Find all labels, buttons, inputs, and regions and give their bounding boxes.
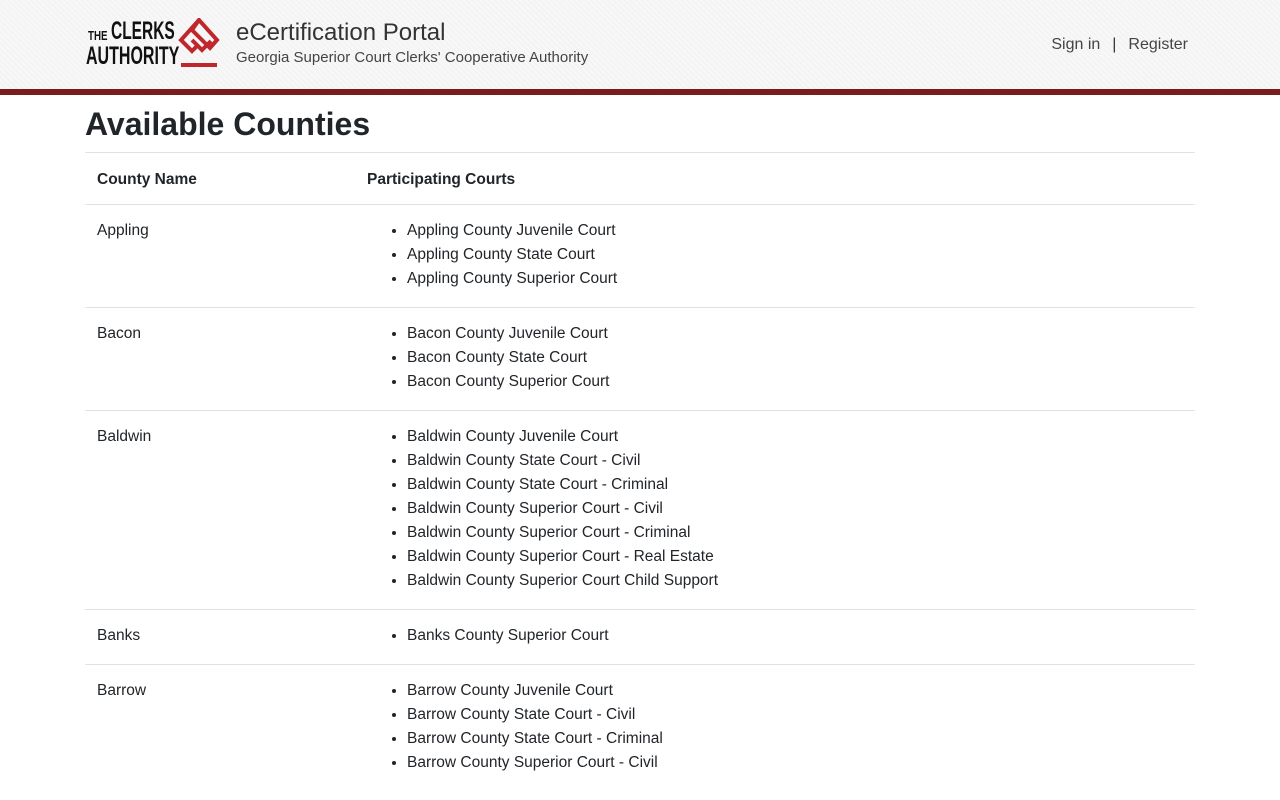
list-item: Appling County State Court [407,243,1183,267]
logo-diamond-mark-icon [178,18,220,67]
court-link[interactable]: Appling County Juvenile Court [407,222,616,239]
list-item: Appling County Superior Court [407,267,1183,291]
table-row: Appling Appling County Juvenile Court Ap… [85,204,1195,308]
court-link[interactable]: Barrow County Superior Court - Civil [407,754,658,771]
court-link[interactable]: Baldwin County State Court - Criminal [407,476,668,493]
list-item: Barrow County State Court - Criminal [407,727,1183,751]
list-item: Baldwin County Superior Court Child Supp… [407,569,1183,593]
nav-separator: | [1112,36,1117,53]
register-link[interactable]: Register [1128,36,1188,54]
court-link[interactable]: Bacon County State Court [407,349,587,366]
list-item: Appling County Juvenile Court [407,219,1183,243]
counties-table: County Name Participating Courts Appling… [85,152,1195,791]
court-link[interactable]: Appling County State Court [407,246,595,263]
court-list: Barrow County Juvenile Court Barrow Coun… [367,679,1183,775]
logo-text-authority: AUTHORITY [86,42,180,70]
list-item: Baldwin County State Court - Civil [407,449,1183,473]
county-name-cell: Banks [85,609,355,665]
court-link[interactable]: Bacon County Superior Court [407,373,609,390]
portal-subtitle: Georgia Superior Court Clerks' Cooperati… [236,49,589,66]
table-header-row: County Name Participating Courts [85,152,1195,205]
court-link[interactable]: Baldwin County Superior Court Child Supp… [407,572,718,589]
list-item: Baldwin County State Court - Criminal [407,473,1183,497]
court-link[interactable]: Barrow County State Court - Civil [407,706,635,723]
court-link[interactable]: Baldwin County Superior Court - Real Est… [407,548,714,565]
list-item: Bacon County Superior Court [407,370,1183,394]
court-link[interactable]: Bacon County Juvenile Court [407,325,608,342]
county-name-cell: Bacon [85,307,355,411]
portal-title: eCertification Portal [236,19,446,46]
list-item: Baldwin County Juvenile Court [407,425,1183,449]
list-item: Baldwin County Superior Court - Real Est… [407,545,1183,569]
list-item: Baldwin County Superior Court - Criminal [407,521,1183,545]
court-link[interactable]: Baldwin County Superior Court - Criminal [407,524,690,541]
logo-text-the: THE [88,28,108,43]
court-link[interactable]: Baldwin County State Court - Civil [407,452,640,469]
courts-cell: Baldwin County Juvenile Court Baldwin Co… [355,410,1195,610]
clerks-authority-logo[interactable]: THE CLERKS AUTHORITY [86,17,222,70]
list-item: Bacon County Juvenile Court [407,322,1183,346]
table-row: Barrow Barrow County Juvenile Court Barr… [85,664,1195,791]
county-name-cell: Baldwin [85,410,355,610]
table-row: Banks Banks County Superior Court [85,609,1195,665]
court-list: Bacon County Juvenile Court Bacon County… [367,322,1183,394]
county-name-header: County Name [85,152,355,205]
list-item: Baldwin County Superior Court - Civil [407,497,1183,521]
courts-cell: Barrow County Juvenile Court Barrow Coun… [355,664,1195,791]
page-title: Available Counties [85,106,371,142]
sign-in-link[interactable]: Sign in [1051,36,1100,54]
court-list: Appling County Juvenile Court Appling Co… [367,219,1183,291]
list-item: Banks County Superior Court [407,624,1183,648]
court-link[interactable]: Barrow County State Court - Criminal [407,730,663,747]
court-link[interactable]: Appling County Superior Court [407,270,617,287]
court-link[interactable]: Barrow County Juvenile Court [407,682,613,699]
court-list: Banks County Superior Court [367,624,1183,648]
court-list: Baldwin County Juvenile Court Baldwin Co… [367,425,1183,593]
list-item: Barrow County Superior Court - Civil [407,751,1183,775]
account-nav: Sign in | Register [1051,36,1188,54]
list-item: Bacon County State Court [407,346,1183,370]
table-row: Baldwin Baldwin County Juvenile Court Ba… [85,410,1195,610]
courts-cell: Appling County Juvenile Court Appling Co… [355,204,1195,308]
site-header: THE CLERKS AUTHORITY eCertification Port… [0,0,1280,95]
court-link[interactable]: Baldwin County Superior Court - Civil [407,500,663,517]
courts-cell: Bacon County Juvenile Court Bacon County… [355,307,1195,411]
list-item: Barrow County Juvenile Court [407,679,1183,703]
participating-courts-header: Participating Courts [355,152,1195,205]
courts-cell: Banks County Superior Court [355,609,1195,665]
table-row: Bacon Bacon County Juvenile Court Bacon … [85,307,1195,411]
county-name-cell: Appling [85,204,355,308]
court-link[interactable]: Baldwin County Juvenile Court [407,428,618,445]
county-name-cell: Barrow [85,664,355,791]
court-link[interactable]: Banks County Superior Court [407,627,609,644]
list-item: Barrow County State Court - Civil [407,703,1183,727]
